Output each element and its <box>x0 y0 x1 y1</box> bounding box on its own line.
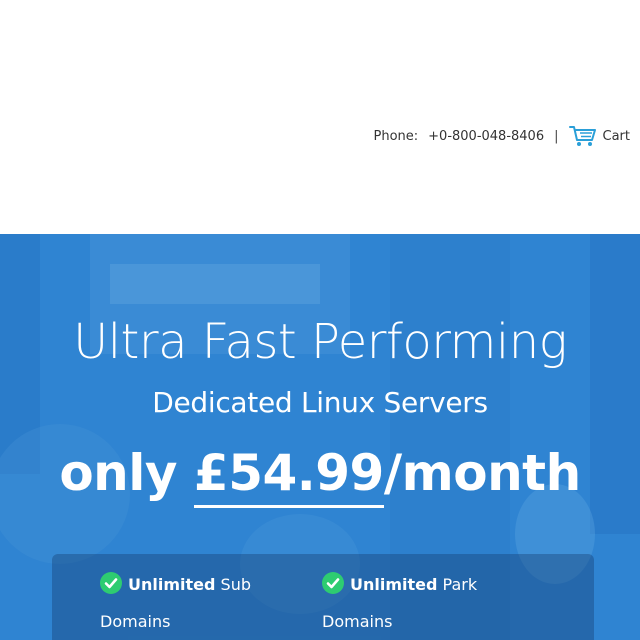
feature-text: Park <box>437 575 478 594</box>
separator: | <box>554 128 559 144</box>
feature-bold: Unlimited <box>128 575 216 594</box>
phone-label: Phone: <box>373 128 419 144</box>
feature-text-line2: Domains <box>322 612 393 631</box>
check-circle-icon <box>322 572 344 605</box>
feature-item: Unlimited Sub Domains <box>100 568 300 638</box>
phone-number-link[interactable]: +0-800-048-8406 <box>428 129 544 144</box>
hero-banner: Ultra Fast Performing Dedicated Linux Se… <box>0 234 640 640</box>
site-header: Phone: +0-800-048-8406 | Cart <box>0 0 640 234</box>
hero-subtitle: Dedicated Linux Servers <box>152 386 488 419</box>
check-circle-icon <box>100 572 122 605</box>
feature-item: Unlimited Park Domains <box>322 568 542 638</box>
feature-bold: Unlimited <box>350 575 438 594</box>
features-card: Unlimited Sub Domains Unlimited Park Dom… <box>52 554 594 640</box>
price-suffix: /month <box>383 444 581 502</box>
cart-link[interactable]: Cart <box>568 124 631 148</box>
price-prefix: only <box>59 444 194 502</box>
hero-price: only £54.99/month <box>0 444 640 508</box>
price-amount: £54.99 <box>193 444 384 508</box>
feature-text: Sub <box>215 575 252 594</box>
feature-text-line2: Domains <box>100 612 171 631</box>
cart-label: Cart <box>602 128 631 144</box>
hero-title: Ultra Fast Performing <box>73 314 567 370</box>
contact-bar: Phone: +0-800-048-8406 | Cart <box>373 124 631 148</box>
cart-icon <box>568 124 597 148</box>
